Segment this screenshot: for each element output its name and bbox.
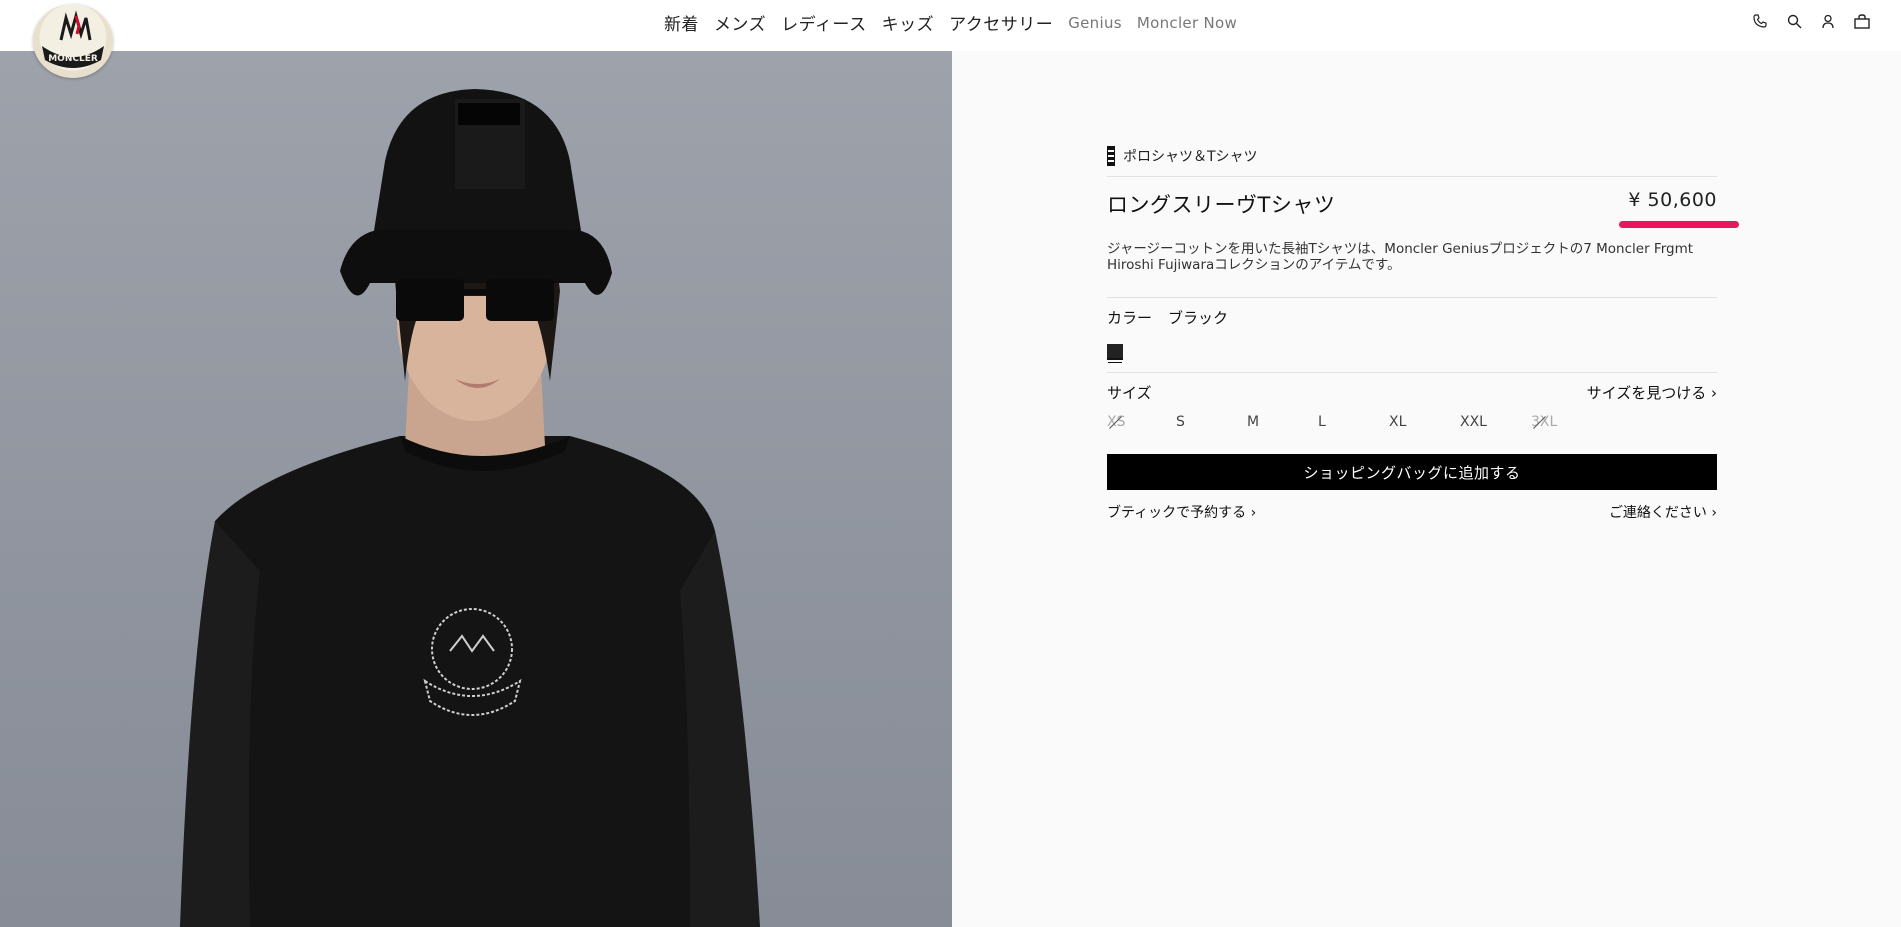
phone-icon[interactable] <box>1751 12 1769 30</box>
breadcrumb[interactable]: ポロシャツ＆Tシャツ <box>1107 145 1717 167</box>
add-to-bag-button[interactable]: ショッピングバッグに追加する <box>1107 454 1717 490</box>
size-option[interactable]: XS <box>1107 414 1176 454</box>
nav-kids[interactable]: キッズ <box>882 10 935 35</box>
color-swatch-black[interactable] <box>1107 344 1123 360</box>
divider <box>1107 372 1717 373</box>
nav-genius[interactable]: Genius <box>1068 14 1122 32</box>
search-icon[interactable] <box>1785 12 1803 30</box>
size-option[interactable]: XXL <box>1460 414 1531 454</box>
site-header: MONCLER 新着 メンズ レディース キッズ アクセサリー Genius M… <box>0 0 1901 78</box>
price-highlight <box>1619 221 1739 228</box>
title-row: ロングスリーヴTシャツ ¥ 50,600 <box>1107 189 1739 239</box>
product-title: ロングスリーヴTシャツ <box>1107 193 1336 217</box>
color-label: カラー <box>1107 309 1153 327</box>
nav-new[interactable]: 新着 <box>664 10 699 35</box>
size-option[interactable]: 3XL <box>1531 414 1602 454</box>
size-finder-link[interactable]: サイズを見つける › <box>1587 382 1717 402</box>
breadcrumb-label[interactable]: ポロシャツ＆Tシャツ <box>1123 146 1258 166</box>
bottom-links: ブティックで予約する › ご連絡ください › <box>1107 502 1717 522</box>
size-option[interactable]: M <box>1247 414 1318 454</box>
product-price: ¥ 50,600 <box>1628 189 1717 211</box>
size-header: サイズ サイズを見つける › <box>1107 382 1717 402</box>
size-option[interactable]: XL <box>1389 414 1460 454</box>
size-label: サイズ <box>1107 384 1152 402</box>
product-image[interactable] <box>0 51 952 927</box>
product-description: ジャージーコットンを用いた長袖Tシャツは、Moncler Geniusプロジェク… <box>1107 241 1694 273</box>
contact-link[interactable]: ご連絡ください › <box>1609 502 1717 522</box>
main-nav: 新着 メンズ レディース キッズ アクセサリー Genius Moncler N… <box>0 0 1901 45</box>
price-wrap: ¥ 50,600 <box>1619 189 1739 228</box>
divider <box>1107 176 1717 177</box>
header-icons <box>1751 12 1871 30</box>
divider <box>1107 297 1717 298</box>
nav-women[interactable]: レディース <box>781 10 866 35</box>
color-row: カラー ブラック <box>1107 307 1717 328</box>
nav-men[interactable]: メンズ <box>714 10 766 35</box>
size-options: XS S M L XL XXL 3XL <box>1107 414 1717 454</box>
category-icon <box>1107 146 1115 166</box>
account-icon[interactable] <box>1819 12 1837 30</box>
boutique-reserve-link[interactable]: ブティックで予約する › <box>1107 502 1256 522</box>
product-panel: ポロシャツ＆Tシャツ ロングスリーヴTシャツ ¥ 50,600 ジャージーコット… <box>1107 145 1739 522</box>
nav-accessories[interactable]: アクセサリー <box>949 10 1053 35</box>
color-value: ブラック <box>1168 309 1229 327</box>
nav-moncler-now[interactable]: Moncler Now <box>1137 14 1237 32</box>
size-option[interactable]: L <box>1318 414 1389 454</box>
bag-icon[interactable] <box>1853 12 1871 30</box>
size-option[interactable]: S <box>1176 414 1247 454</box>
svg-text:MONCLER: MONCLER <box>48 54 98 64</box>
